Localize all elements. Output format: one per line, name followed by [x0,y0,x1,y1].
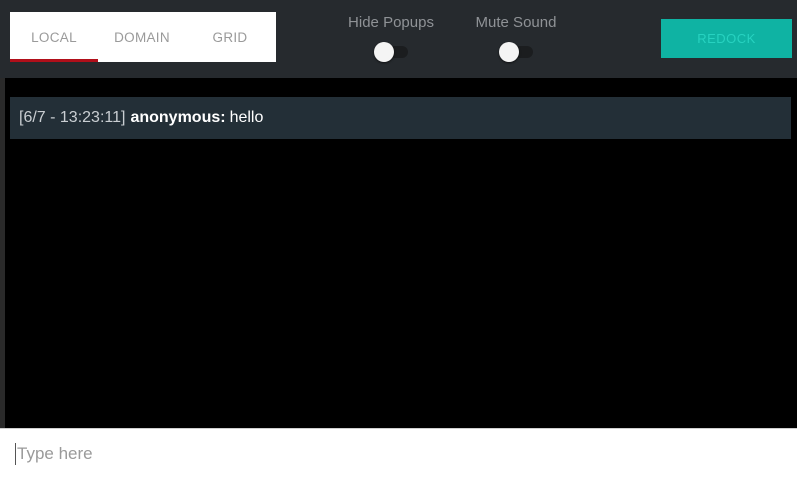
chat-input[interactable] [14,441,777,467]
mute-sound-toggle[interactable] [499,42,533,62]
chat-header: LOCAL DOMAIN GRID Hide Popups Mute Sound… [0,0,797,78]
message-text: hello [229,109,264,126]
hide-popups-group: Hide Popups [341,14,441,62]
tab-grid[interactable]: GRID [186,12,274,62]
toggle-thumb [374,42,394,62]
chat-panel: LOCAL DOMAIN GRID Hide Popups Mute Sound… [0,0,797,428]
mute-sound-label: Mute Sound [475,14,557,31]
hide-popups-label: Hide Popups [348,14,434,31]
message-timestamp: [6/7 - 13:23:11] [19,109,126,126]
chat-input-bar [0,428,797,477]
message-username: anonymous: [130,109,226,126]
toggle-thumb [499,42,519,62]
tab-domain[interactable]: DOMAIN [98,12,186,62]
chat-window: LOCAL DOMAIN GRID Hide Popups Mute Sound… [0,0,797,477]
redock-button[interactable]: REDOCK [661,19,792,58]
mute-sound-group: Mute Sound [466,14,566,62]
tab-local[interactable]: LOCAL [10,12,98,62]
message-list: [6/7 - 13:23:11] anonymous: hello [0,97,797,139]
channel-tabs: LOCAL DOMAIN GRID [10,12,276,62]
hide-popups-toggle[interactable] [374,42,408,62]
chat-message: [6/7 - 13:23:11] anonymous: hello [10,97,791,139]
